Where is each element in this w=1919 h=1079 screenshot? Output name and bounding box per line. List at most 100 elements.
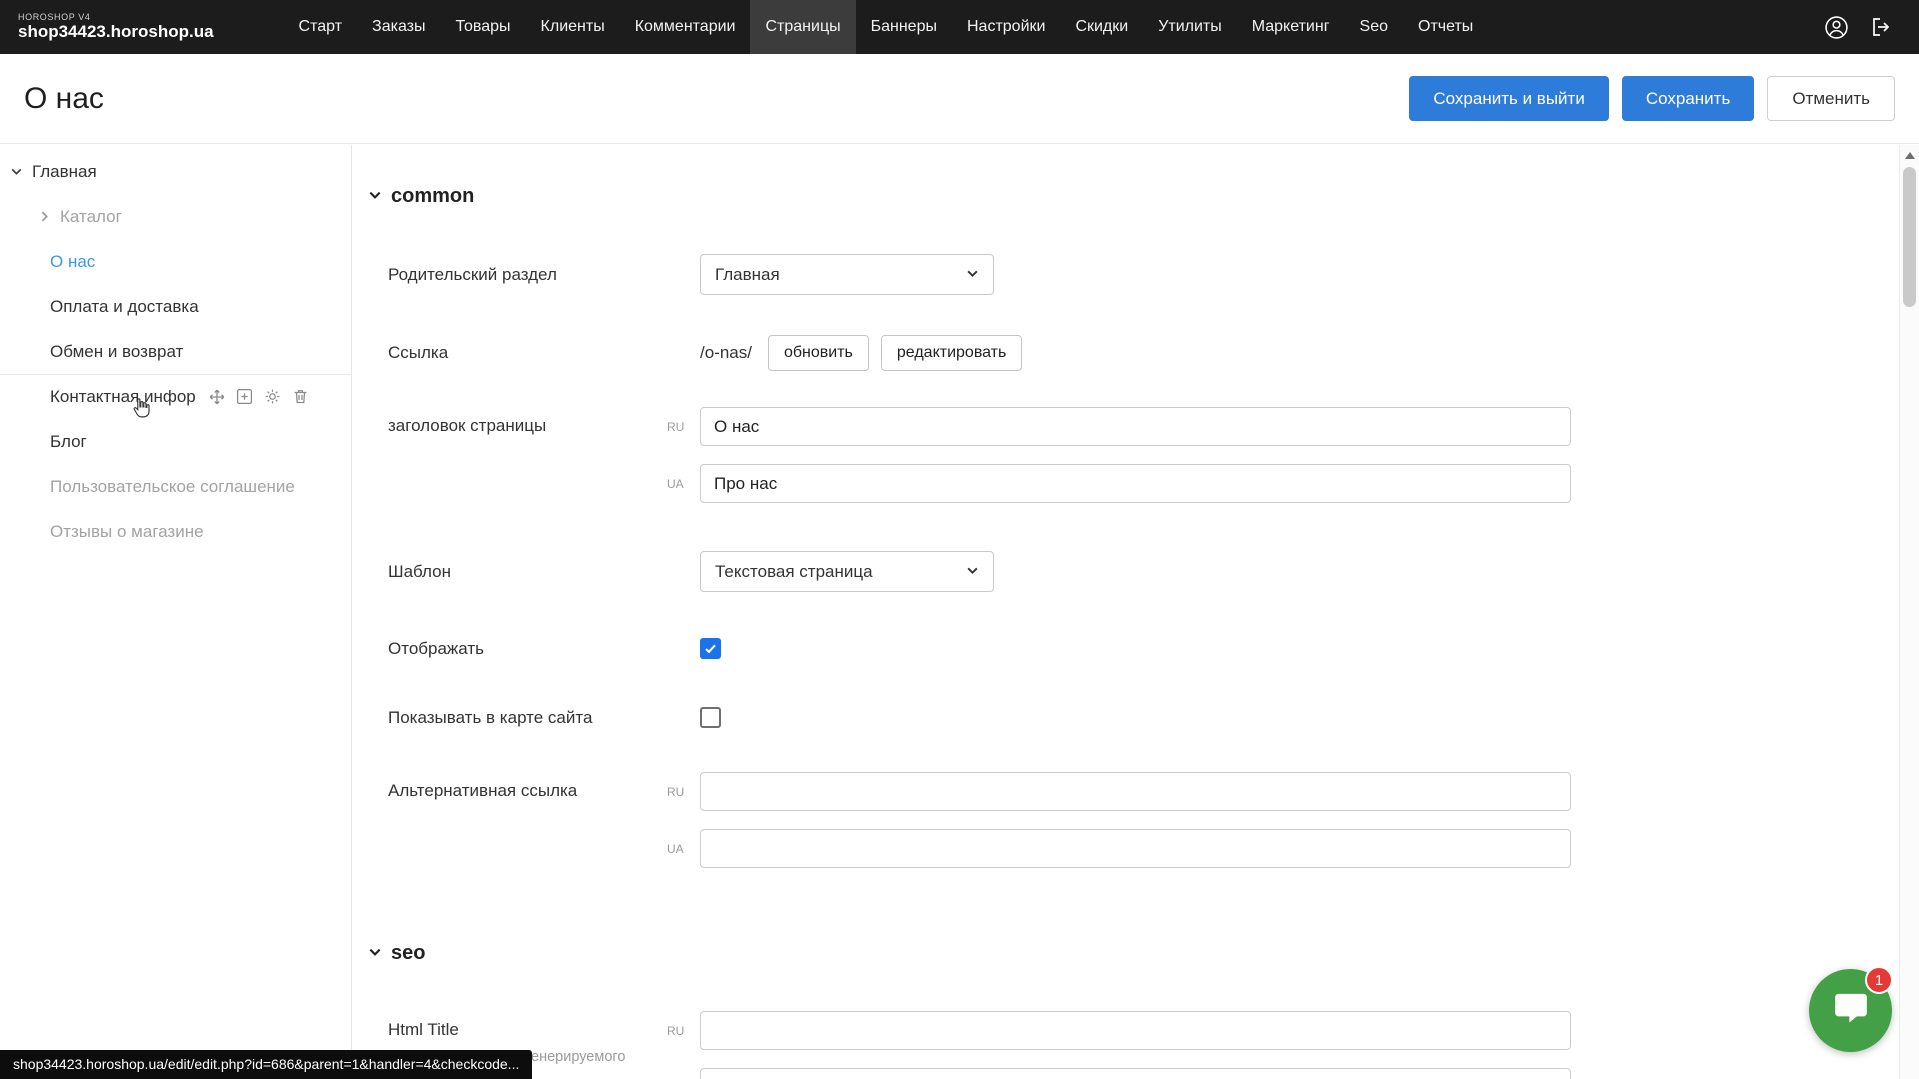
sidebar-item-user-agreement[interactable]: Пользовательское соглашение <box>0 464 351 509</box>
page-title-ua-input[interactable] <box>700 464 1571 503</box>
user-account-icon[interactable] <box>1823 14 1849 40</box>
top-navbar: HOROSHOP V4 shop34423.horoshop.ua Старт … <box>0 0 1919 54</box>
chevron-down-icon <box>10 165 26 178</box>
lang-ru-badge: RU <box>667 785 700 799</box>
cursor-hand-icon <box>128 395 154 421</box>
html-title-inputs: RU UA <box>700 1011 1571 1079</box>
logo-version-label: HOROSHOP V4 <box>18 12 214 22</box>
scrollbar-thumb[interactable] <box>1903 167 1916 307</box>
field-label: Ссылка <box>388 343 700 363</box>
sidebar-item-catalog[interactable]: Каталог <box>0 194 351 239</box>
alt-link-ru-input[interactable] <box>700 772 1571 811</box>
parent-section-select[interactable]: Главная <box>700 254 994 295</box>
select-value: Текстовая страница <box>715 562 873 582</box>
menu-item-products[interactable]: Товары <box>441 0 526 54</box>
page-title: О нас <box>24 82 104 116</box>
menu-item-discounts[interactable]: Скидки <box>1060 0 1143 54</box>
parent-section-row: Родительский раздел Главная <box>388 254 1899 295</box>
vertical-scrollbar[interactable] <box>1899 145 1919 1079</box>
alt-link-row: Альтернативная ссылка RU UA <box>388 772 1899 886</box>
sidebar-item-about[interactable]: О нас <box>0 239 351 284</box>
sitemap-checkbox[interactable] <box>700 707 721 728</box>
chevron-down-icon <box>966 562 979 582</box>
field-label: Шаблон <box>388 562 700 582</box>
link-row: Ссылка /o-nas/ обновить редактировать <box>388 335 1899 371</box>
section-title: seo <box>391 942 425 965</box>
section-title: common <box>391 185 474 208</box>
settings-gear-icon[interactable] <box>264 388 282 406</box>
field-label: заголовок страницы <box>388 407 700 436</box>
display-row: Отображать <box>388 638 1899 659</box>
tree-item-label: Обмен и возврат <box>50 342 183 362</box>
lang-ru-badge: RU <box>667 420 700 434</box>
logout-icon[interactable] <box>1869 14 1895 40</box>
link-update-button[interactable]: обновить <box>768 335 869 371</box>
app-logo[interactable]: HOROSHOP V4 shop34423.horoshop.ua <box>18 12 214 42</box>
menu-item-pages[interactable]: Страницы <box>750 0 855 54</box>
lang-ua-badge: UA <box>667 477 700 491</box>
link-edit-button[interactable]: редактировать <box>881 335 1022 371</box>
page-title-ru-input[interactable] <box>700 407 1571 446</box>
page-title-inputs: RU UA <box>700 407 1571 521</box>
scroll-up-arrow-icon[interactable] <box>1905 152 1915 159</box>
sidebar-item-store-reviews[interactable]: Отзывы о магазине <box>0 509 351 554</box>
field-label: Альтернативная ссылка <box>388 772 700 801</box>
chevron-down-icon <box>368 942 382 965</box>
sidebar-item-blog[interactable]: Блог <box>0 419 351 464</box>
tree-item-label: Отзывы о магазине <box>50 522 204 542</box>
pages-tree-sidebar: Главная Каталог О нас Оплата и доставка … <box>0 145 352 1079</box>
chat-widget-button[interactable]: 1 <box>1809 969 1892 1052</box>
page-edit-form: common Родительский раздел Главная Ссылк… <box>353 145 1899 1079</box>
add-page-icon[interactable] <box>236 388 254 406</box>
sidebar-item-payment-delivery[interactable]: Оплата и доставка <box>0 284 351 329</box>
sidebar-item-home[interactable]: Главная <box>0 149 351 194</box>
tree-item-actions <box>208 388 310 406</box>
save-and-exit-button[interactable]: Сохранить и выйти <box>1409 76 1608 121</box>
alt-link-ua-input[interactable] <box>700 829 1571 868</box>
menu-item-clients[interactable]: Клиенты <box>526 0 620 54</box>
topbar-right-icons <box>1823 14 1919 40</box>
select-value: Главная <box>715 265 780 285</box>
tree-item-label: Пользовательское соглашение <box>50 477 295 497</box>
menu-item-reports[interactable]: Отчеты <box>1403 0 1488 54</box>
menu-item-start[interactable]: Старт <box>284 0 357 54</box>
html-title-ru-input[interactable] <box>700 1011 1571 1050</box>
sidebar-item-exchange-return[interactable]: Обмен и возврат <box>0 329 351 374</box>
page-header: О нас Сохранить и выйти Сохранить Отмени… <box>0 54 1919 144</box>
menu-item-seo[interactable]: Seo <box>1345 0 1403 54</box>
html-title-ua-input[interactable] <box>700 1068 1571 1079</box>
page-title-row: заголовок страницы RU UA <box>388 407 1899 521</box>
section-common[interactable]: common <box>368 185 1899 208</box>
menu-item-settings[interactable]: Настройки <box>952 0 1060 54</box>
template-select[interactable]: Текстовая страница <box>700 551 994 592</box>
menu-item-comments[interactable]: Комментарии <box>620 0 751 54</box>
display-checkbox[interactable] <box>700 638 721 659</box>
tree-item-label: Оплата и доставка <box>50 297 199 317</box>
header-buttons: Сохранить и выйти Сохранить Отменить <box>1409 76 1895 121</box>
save-button[interactable]: Сохранить <box>1622 76 1754 121</box>
chevron-down-icon <box>368 185 382 208</box>
lang-ru-badge: RU <box>667 1024 700 1038</box>
alt-link-inputs: RU UA <box>700 772 1571 886</box>
menu-item-marketing[interactable]: Маркетинг <box>1237 0 1345 54</box>
field-label: Показывать в карте сайта <box>388 708 700 728</box>
top-menu: Старт Заказы Товары Клиенты Комментарии … <box>284 0 1489 54</box>
lang-ua-badge: UA <box>667 842 700 856</box>
chevron-right-icon <box>38 210 54 223</box>
html-title-row: Html Title Полная замена title, генериру… <box>388 1011 1899 1079</box>
menu-item-utilities[interactable]: Утилиты <box>1143 0 1237 54</box>
tree-item-label: О нас <box>50 252 95 272</box>
menu-item-orders[interactable]: Заказы <box>357 0 440 54</box>
trash-icon[interactable] <box>292 388 310 406</box>
template-row: Шаблон Текстовая страница <box>388 551 1899 592</box>
menu-item-banners[interactable]: Баннеры <box>856 0 952 54</box>
move-icon[interactable] <box>208 388 226 406</box>
sitemap-row: Показывать в карте сайта <box>388 707 1899 728</box>
sidebar-item-contact-info[interactable]: Контактная инфор <box>0 374 351 419</box>
link-path-value: /o-nas/ <box>700 343 752 363</box>
tree-item-label: Блог <box>50 432 87 452</box>
chat-notification-badge: 1 <box>1865 966 1893 994</box>
field-label: Родительский раздел <box>388 265 700 285</box>
cancel-button[interactable]: Отменить <box>1767 76 1895 121</box>
section-seo[interactable]: seo <box>368 942 1899 965</box>
